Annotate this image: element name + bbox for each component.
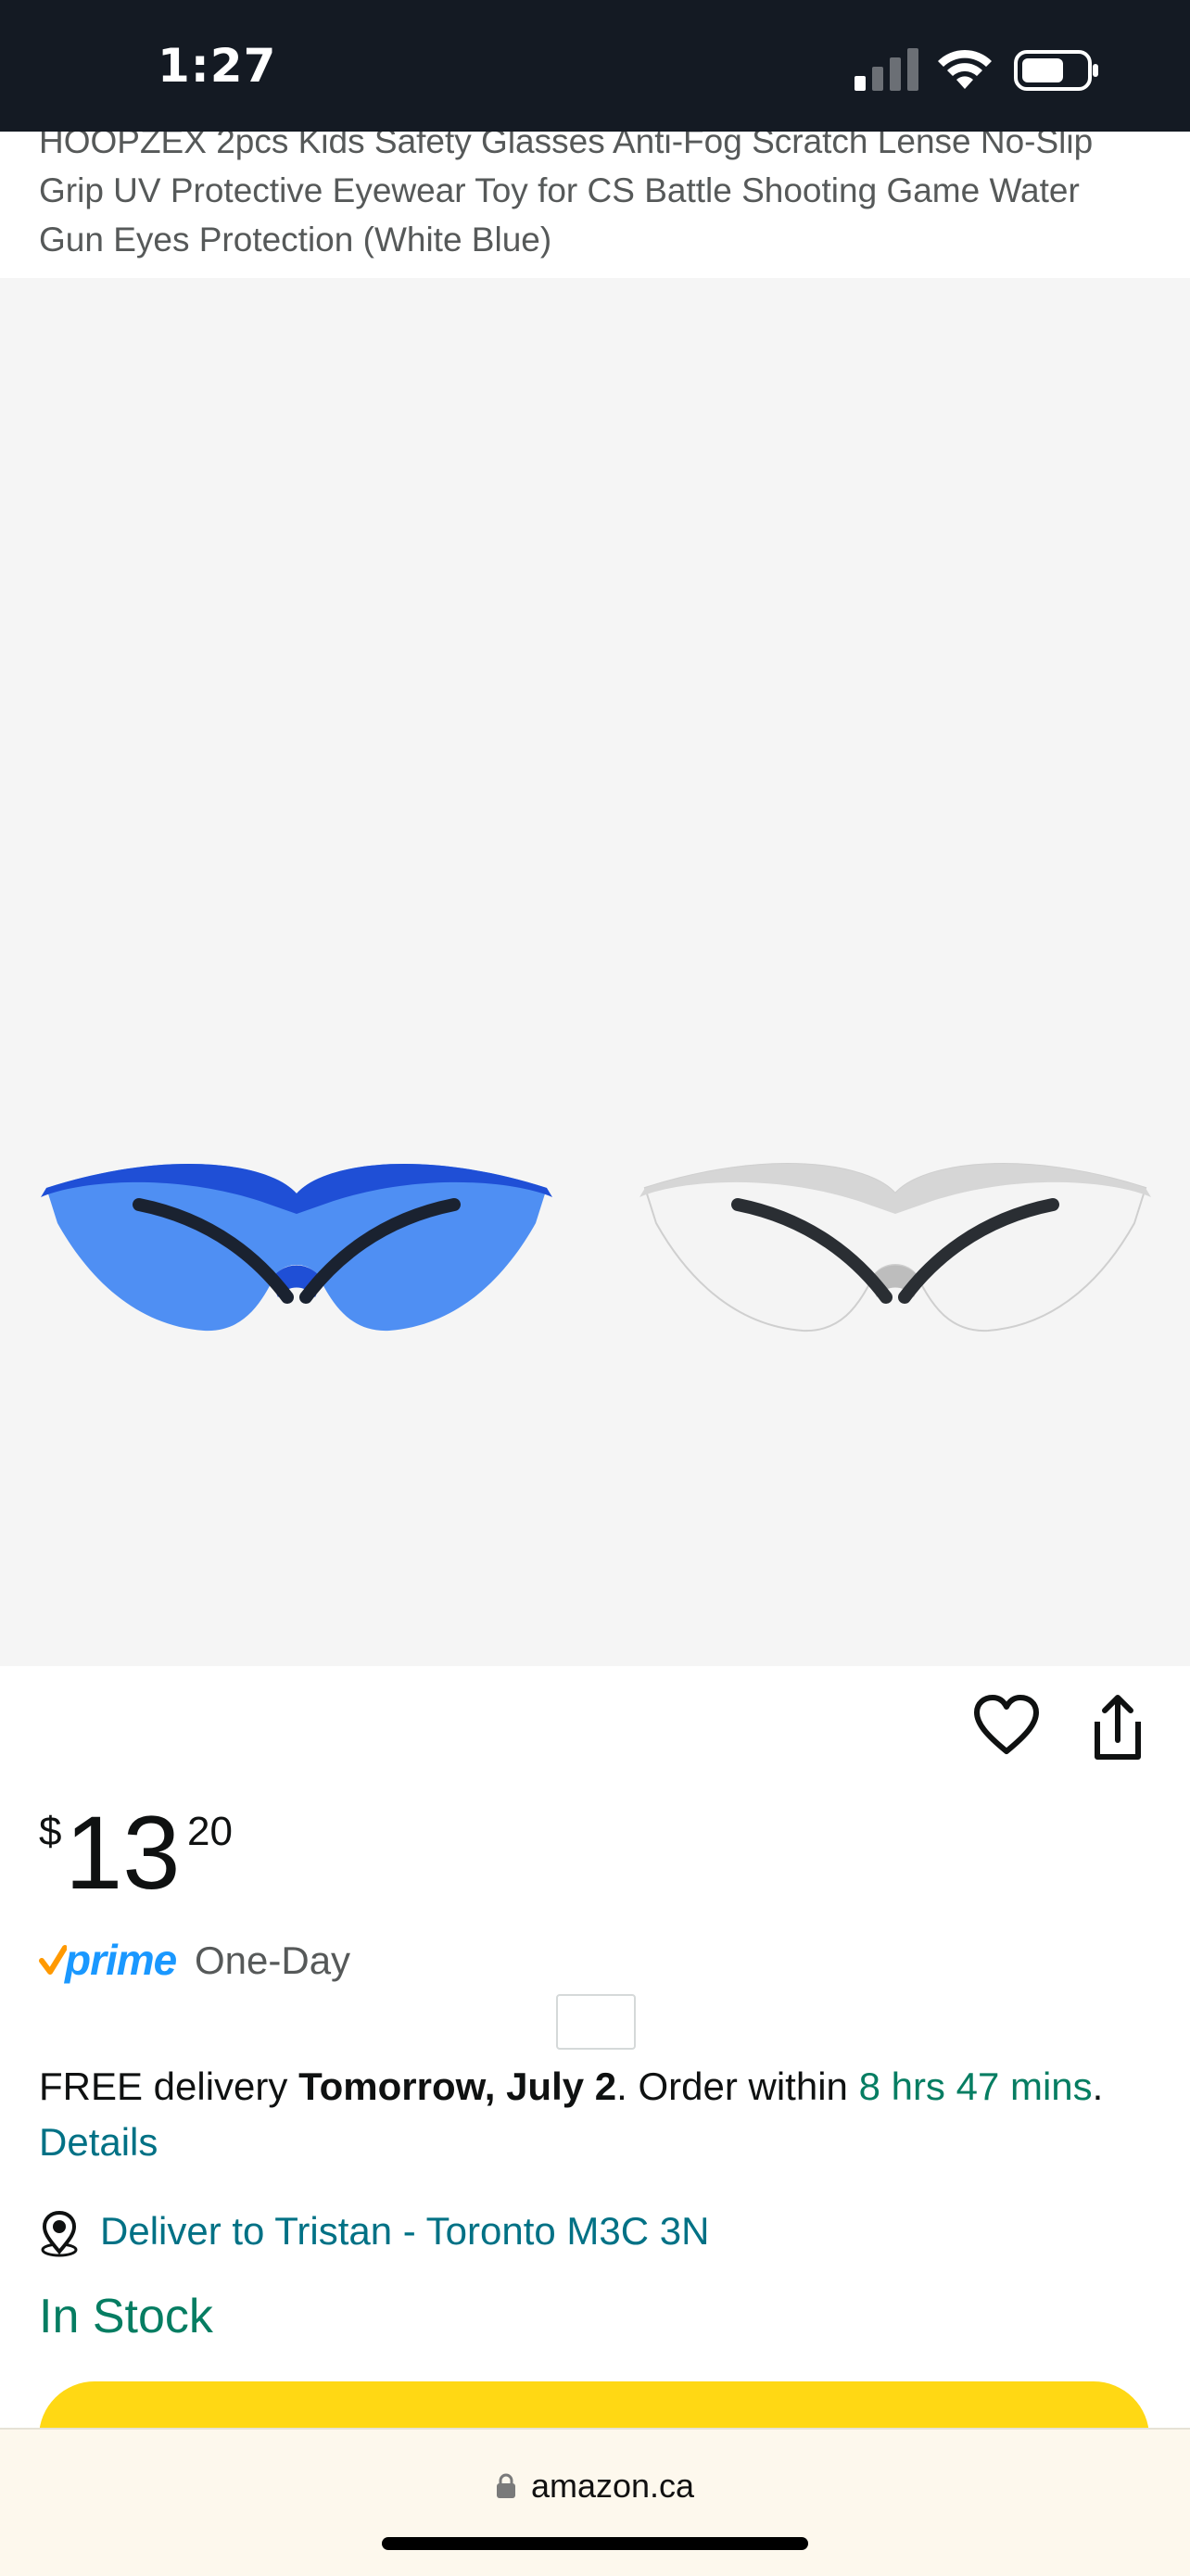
clear-safety-glasses-icon (639, 1163, 1151, 1332)
product-image-carousel[interactable] (0, 278, 1190, 1666)
cellular-signal-icon (855, 48, 918, 91)
wifi-icon (938, 49, 992, 89)
battery-icon (1014, 50, 1098, 91)
prime-one-day-label: One-Day (195, 1938, 351, 1982)
price-fraction: 20 (187, 1809, 233, 1854)
image-placeholder (556, 1994, 636, 2050)
lock-icon (496, 2473, 515, 2498)
delivery-prefix: FREE delivery (39, 2065, 299, 2108)
prime-check-icon (39, 1945, 67, 1975)
home-indicator[interactable] (382, 2537, 808, 2550)
location-pin-icon (41, 2211, 78, 2257)
browser-address-bar[interactable]: amazon.ca (0, 2428, 1190, 2576)
product-title: HOOPZEX 2pcs Kids Safety Glasses Anti-Fo… (0, 132, 1190, 278)
delivery-period: . (1092, 2065, 1104, 2108)
delivery-countdown: 8 hrs 47 mins (858, 2065, 1093, 2108)
product-title-line: Grip UV Protective Eyewear Toy for CS Ba… (39, 171, 1080, 209)
availability-status: In Stock (39, 2290, 213, 2343)
blue-safety-glasses-icon (41, 1164, 552, 1332)
product-title-line: HOOPZEX 2pcs Kids Safety Glasses Anti-Fo… (39, 132, 1094, 160)
url-text[interactable]: amazon.ca (531, 2467, 694, 2505)
deliver-to-text[interactable]: Deliver to Tristan - Toronto M3C 3N (100, 2209, 709, 2254)
prime-logo-text: prime (65, 1936, 177, 1984)
price-currency-symbol: $ (39, 1809, 62, 1854)
delivery-middle: . Order within (616, 2065, 859, 2108)
price-whole: 13 (65, 1795, 181, 1911)
product-title-line: Gun Eyes Protection (White Blue) (39, 221, 552, 259)
share-icon[interactable] (1090, 1694, 1146, 1762)
status-time: 1:27 (158, 39, 277, 93)
delivery-date: Tomorrow, July 2 (298, 2065, 617, 2108)
status-bar: 1:27 (0, 0, 1190, 132)
url-display[interactable]: amazon.ca (0, 2467, 1190, 2506)
wishlist-heart-icon[interactable] (973, 1694, 1040, 1755)
delivery-details-link[interactable]: Details (39, 2120, 158, 2164)
delivery-message: FREE delivery Tomorrow, July 2. Order wi… (39, 2059, 1160, 2170)
